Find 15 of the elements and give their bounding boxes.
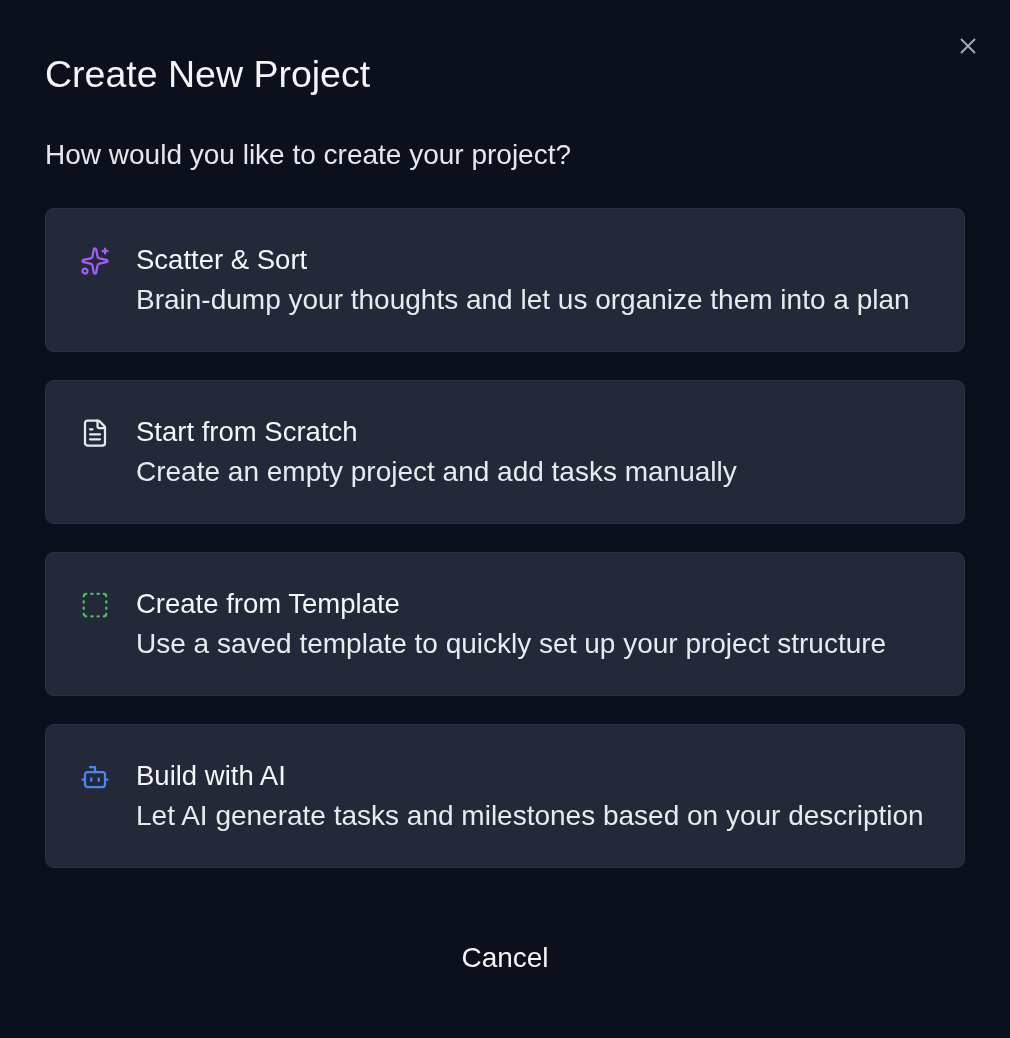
option-title: Build with AI [136,759,286,792]
option-title: Scatter & Sort [136,243,308,276]
option-card[interactable]: Build with AI Let AI generate tasks and milestones based on your description [45,724,965,868]
dialog-title: Create New Project [45,52,371,96]
option-description: Brain-dump your thoughts and let us organize them into a plan [136,282,910,317]
option-description: Use a saved template to quickly set up your project structure [136,626,887,661]
option-card[interactable]: Create from Template Use a saved template to quickly set up your project structure [45,552,965,696]
option-card[interactable]: Scatter & Sort Brain-dump your thoughts and let us organize them into a plan [45,208,965,352]
option-description: Let AI generate tasks and milestones based on your description [136,798,924,833]
option-title: Create from Template [136,587,400,620]
option-card[interactable]: Start from Scratch Create an empty project and add tasks manually [45,380,965,524]
option-title: Start from Scratch [136,415,358,448]
dialog-subtitle: How would you like to create your project? [45,138,572,172]
cancel-button[interactable]: Cancel [445,933,565,983]
option-description: Create an empty project and add tasks manually [136,454,737,489]
